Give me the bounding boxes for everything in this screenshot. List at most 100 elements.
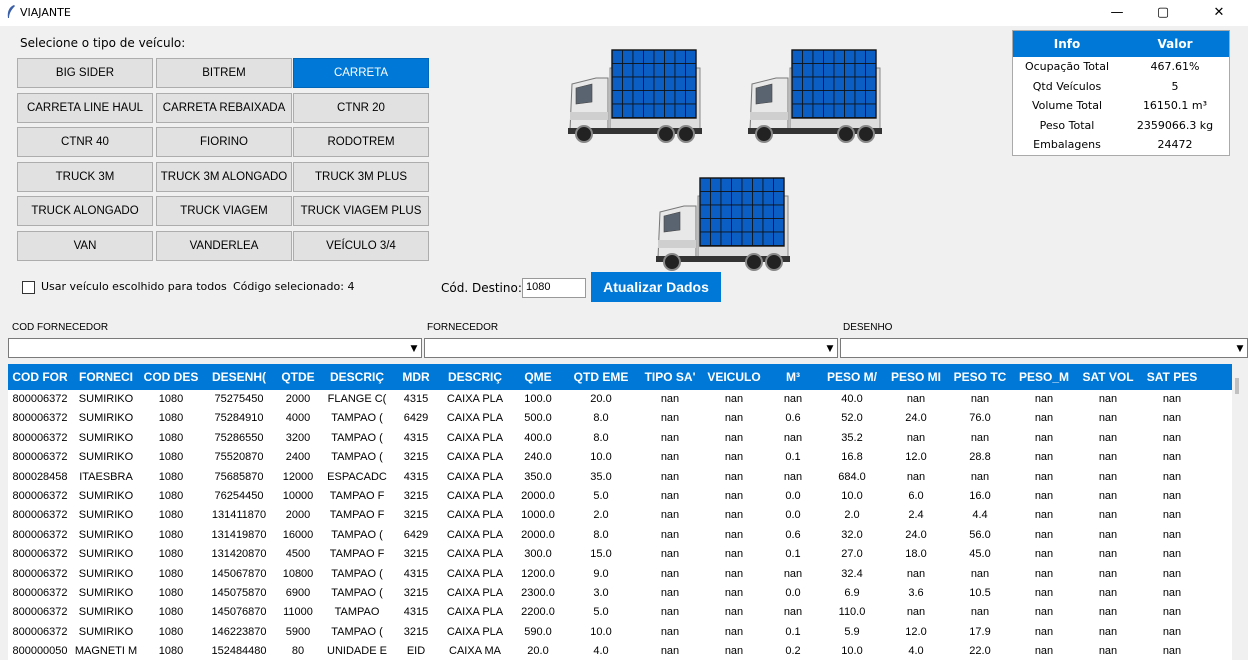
vehicle-button-van[interactable]: VAN xyxy=(17,230,153,261)
truck-icon xyxy=(748,49,882,143)
table-cell: 27.0 xyxy=(841,548,863,561)
table-row[interactable]: 800006372 SUMIRIKO 1080 75275450 2000 FLANGE … xyxy=(8,390,1240,409)
chevron-down-icon[interactable]: ▼ xyxy=(407,339,421,357)
column-header[interactable]: TIPO SA' xyxy=(638,364,702,390)
destination-input[interactable]: 1080 xyxy=(522,278,586,298)
column-header[interactable]: COD FOR xyxy=(8,364,72,390)
maximize-button[interactable]: ▢ xyxy=(1140,0,1186,26)
column-header[interactable]: VEICULO xyxy=(702,364,766,390)
table-cell: 4000 xyxy=(285,412,311,425)
vehicle-button-bitrem[interactable]: BITREM xyxy=(156,58,292,88)
table-row[interactable]: 800006372 SUMIRIKO 1080 75286550 3200 TAMPAO … xyxy=(8,429,1240,448)
table-cell: nan xyxy=(1034,393,1054,405)
chevron-down-icon[interactable]: ▼ xyxy=(1233,339,1247,357)
table-row[interactable]: 800006372 SUMIRIKO 1080 75520870 2400 TAMPAO … xyxy=(8,448,1240,467)
table-row[interactable]: 800028458 ITAESBRA 1080 75685870 12000 ESPACA… xyxy=(8,468,1240,487)
vehicle-button-truck-alongado[interactable]: TRUCK ALONGADO xyxy=(17,196,153,226)
desenho-combo[interactable]: ▼ xyxy=(840,338,1248,358)
destination-label: Cód. Destino: xyxy=(441,281,522,295)
table-cell: 800006372 xyxy=(12,489,68,502)
vehicle-button-ve-culo-3-4[interactable]: VEÍCULO 3/4 xyxy=(293,230,429,261)
vehicle-button-truck-3m-alongado[interactable]: TRUCK 3M ALONGADO xyxy=(156,161,292,192)
scrollbar-thumb[interactable] xyxy=(1235,378,1239,394)
column-header[interactable]: DESCRIÇ xyxy=(320,364,394,390)
table-cell: 0.1 xyxy=(785,625,801,638)
column-header[interactable]: SAT PES xyxy=(1140,364,1204,390)
table-row[interactable]: 800006372 SUMIRIKO 1080 146223870 5900 TAMPAO… xyxy=(8,623,1240,642)
truck-icon xyxy=(656,177,790,271)
table-row[interactable]: 800006372 SUMIRIKO 1080 131419870 16000 TAMPA… xyxy=(8,526,1240,545)
table-cell: nan xyxy=(970,431,990,444)
column-header[interactable]: PESO_M xyxy=(1012,364,1076,390)
minimize-button[interactable]: — xyxy=(1094,0,1140,26)
vehicle-button-ctnr-40[interactable]: CTNR 40 xyxy=(17,127,153,157)
column-header[interactable]: M³ xyxy=(766,364,820,390)
chevron-down-icon[interactable]: ▼ xyxy=(823,339,837,357)
column-header[interactable]: FORNECI xyxy=(72,364,140,390)
table-cell: 131411870 xyxy=(211,509,267,522)
column-header[interactable]: PESO MI xyxy=(884,364,948,390)
use-for-all-option[interactable]: Usar veículo escolhido para todos xyxy=(22,280,227,294)
table-row[interactable]: 800006372 SUMIRIKO 1080 145076870 11000 TAMPA… xyxy=(8,603,1240,622)
vehicle-button-truck-3m-plus[interactable]: TRUCK 3M PLUS xyxy=(293,161,429,192)
column-header[interactable]: QTD EME xyxy=(564,364,638,390)
column-header[interactable]: PESO TC xyxy=(948,364,1012,390)
close-button[interactable]: ✕ xyxy=(1196,0,1242,26)
table-cell: 684.0 xyxy=(838,470,866,483)
column-header[interactable]: QTDE xyxy=(276,364,320,390)
column-header[interactable]: COD DES xyxy=(140,364,202,390)
table-cell: nan xyxy=(660,509,680,522)
table-cell: nan xyxy=(1098,548,1118,561)
table-cell: nan xyxy=(724,489,744,502)
table-cell: nan xyxy=(1098,528,1118,541)
table-row[interactable]: 800006372 SUMIRIKO 1080 145075870 6900 TAMPAO… xyxy=(8,584,1240,603)
table-cell: CAIXA PLA xyxy=(446,393,504,405)
table-cell: nan xyxy=(1162,645,1182,658)
table-cell: 145075870 xyxy=(211,586,267,599)
truck-icon xyxy=(568,49,702,143)
table-cell: 9.0 xyxy=(593,567,609,580)
table-cell: nan xyxy=(660,470,680,483)
table-cell: nan xyxy=(660,567,680,580)
table-cell: nan xyxy=(1034,606,1054,619)
vehicle-button-fiorino[interactable]: FIORINO xyxy=(156,127,292,157)
vehicle-button-vanderlea[interactable]: VANDERLEA xyxy=(156,230,292,261)
vehicle-button-carreta[interactable]: CARRETA xyxy=(293,58,429,88)
table-row[interactable]: 800006372 SUMIRIKO 1080 76254450 10000 TAMPAO… xyxy=(8,487,1240,506)
table-cell: nan xyxy=(1162,509,1182,522)
vehicle-button-carreta-line-haul[interactable]: CARRETA LINE HAUL xyxy=(17,92,153,123)
table-cell: 2300.0 xyxy=(521,586,555,599)
use-for-all-checkbox[interactable] xyxy=(22,280,35,294)
column-header[interactable]: MDR xyxy=(394,364,438,390)
table-row[interactable]: 800006372 SUMIRIKO 1080 131411870 2000 TAMPAO… xyxy=(8,506,1240,525)
cod-fornecedor-combo[interactable]: ▼ xyxy=(8,338,422,358)
table-cell: 28.8 xyxy=(969,451,991,464)
table-cell: 0.0 xyxy=(785,586,801,599)
data-table[interactable]: COD FOR FORNECI COD DES DESENH(QTDE DESCRIÇ M… xyxy=(8,364,1240,660)
table-cell: nan xyxy=(906,393,926,405)
vehicle-button-truck-viagem-plus[interactable]: TRUCK VIAGEM PLUS xyxy=(293,196,429,226)
table-row[interactable]: 800006372 SUMIRIKO 1080 131420870 4500 TAMPAO… xyxy=(8,545,1240,564)
table-row[interactable]: 800000050 MAGNETI M 1080 152484480 80 UNIDADE… xyxy=(8,642,1240,660)
table-row[interactable]: 800006372 SUMIRIKO 1080 75284910 4000 TAMPAO … xyxy=(8,409,1240,428)
vehicle-button-big-sider[interactable]: BIG SIDER xyxy=(17,58,153,88)
update-data-button[interactable]: Atualizar Dados xyxy=(591,272,721,302)
table-cell: nan xyxy=(1098,451,1118,464)
table-cell: FLANGE C( xyxy=(327,393,387,405)
vehicle-button-rodotrem[interactable]: RODOTREM xyxy=(293,127,429,157)
column-header[interactable]: SAT VOL xyxy=(1076,364,1140,390)
fornecedor-combo[interactable]: ▼ xyxy=(424,338,838,358)
column-header[interactable]: PESO M/ xyxy=(820,364,884,390)
vehicle-button-ctnr-20[interactable]: CTNR 20 xyxy=(293,92,429,123)
column-header[interactable]: DESENH( xyxy=(202,364,276,390)
column-header[interactable]: QME xyxy=(512,364,564,390)
table-row[interactable]: 800006372 SUMIRIKO 1080 145067870 10800 TAMPA… xyxy=(8,565,1240,584)
vehicle-button-truck-viagem[interactable]: TRUCK VIAGEM xyxy=(156,196,292,226)
vehicle-button-truck-3m[interactable]: TRUCK 3M xyxy=(17,161,153,192)
info-row: Volume Total 16150.1 m³ xyxy=(1013,96,1229,116)
table-cell: 32.0 xyxy=(841,528,863,541)
table-scrollbar[interactable] xyxy=(1232,364,1244,660)
table-cell: 12.0 xyxy=(905,625,927,638)
column-header[interactable]: DESCRIÇ xyxy=(438,364,512,390)
vehicle-button-carreta-rebaixada[interactable]: CARRETA REBAIXADA xyxy=(156,92,292,123)
